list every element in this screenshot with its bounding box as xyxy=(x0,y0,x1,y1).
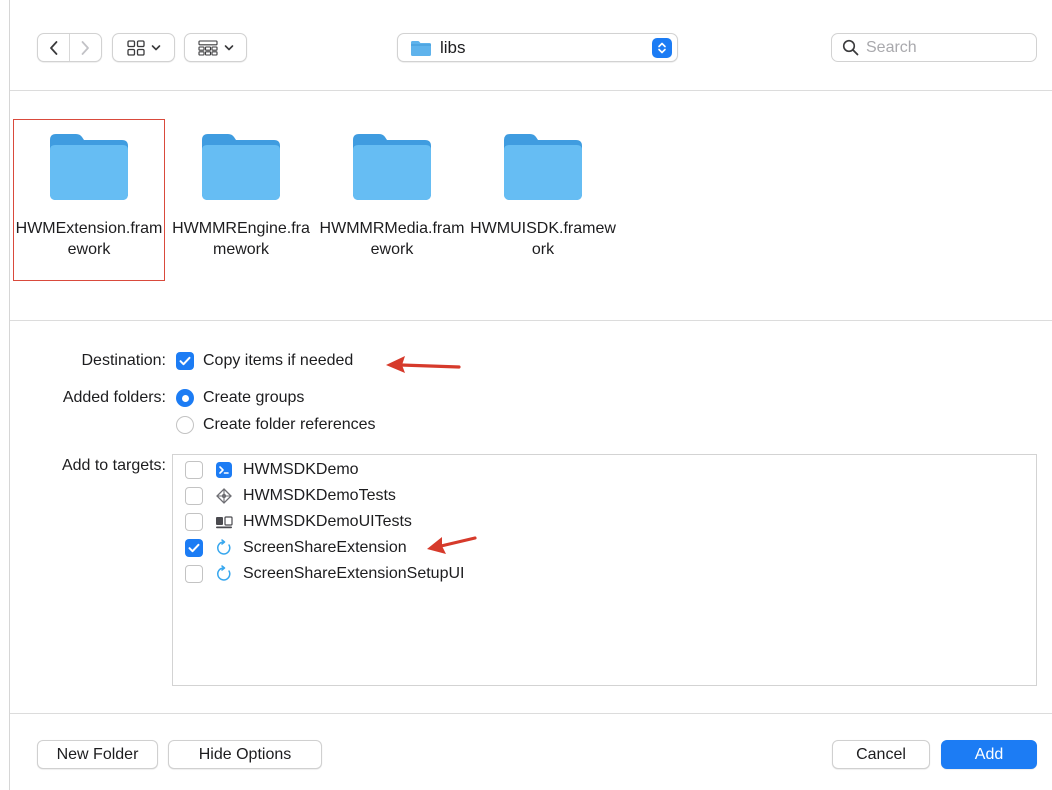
unit-test-target-icon xyxy=(215,487,233,505)
hide-options-button[interactable]: Hide Options xyxy=(168,740,322,769)
back-button[interactable] xyxy=(38,34,69,61)
target-name: ScreenShareExtension xyxy=(243,539,407,556)
file-name: HWMMRMedia.framework xyxy=(319,220,465,258)
forward-button[interactable] xyxy=(70,34,101,61)
destination-label: Destination: xyxy=(81,352,167,369)
target-row[interactable]: HWMSDKDemoUITests xyxy=(185,510,412,534)
file-item-hwmuisdk[interactable]: HWMUISDK.framework xyxy=(468,120,618,280)
file-item-hwmmrmedia[interactable]: HWMMRMedia.framework xyxy=(317,120,467,280)
target-checkbox[interactable] xyxy=(185,539,203,557)
create-folder-references-option[interactable]: Create folder references xyxy=(176,416,376,434)
create-groups-radio[interactable] xyxy=(176,389,194,407)
target-checkbox[interactable] xyxy=(185,513,203,531)
create-groups-label: Create groups xyxy=(203,389,305,406)
location-popup[interactable]: libs xyxy=(397,33,678,62)
targets-list[interactable]: HWMSDKDemo HWMSDKDemoTests HWMSDKDemoUIT… xyxy=(172,454,1037,686)
extension-target-icon xyxy=(215,565,233,583)
target-row[interactable]: HWMSDKDemoTests xyxy=(185,484,396,508)
target-name: HWMSDKDemoTests xyxy=(243,487,396,504)
view-options-button[interactable] xyxy=(112,33,175,62)
chevron-left-icon xyxy=(49,40,57,55)
new-folder-button[interactable]: New Folder xyxy=(37,740,158,769)
target-row[interactable]: HWMSDKDemo xyxy=(185,458,359,482)
add-button[interactable]: Add xyxy=(941,740,1037,769)
file-item-hwmextension[interactable]: HWMExtension.framework xyxy=(13,119,165,281)
grid-view-icon xyxy=(126,39,145,56)
folder-icon xyxy=(411,40,431,56)
file-item-hwmmrengine[interactable]: HWMMREngine.framework xyxy=(166,120,316,280)
create-groups-option[interactable]: Create groups xyxy=(176,389,304,407)
copy-items-option[interactable]: Copy items if needed xyxy=(176,352,353,370)
folder-icon xyxy=(202,134,280,200)
folder-icon xyxy=(504,134,582,200)
toolbar: libs xyxy=(0,0,1052,90)
create-folder-references-radio[interactable] xyxy=(176,416,194,434)
copy-items-checkbox[interactable] xyxy=(176,352,194,370)
group-by-icon xyxy=(197,39,218,56)
target-name: ScreenShareExtensionSetupUI xyxy=(243,565,465,582)
checkmark-icon xyxy=(179,356,191,366)
search-field[interactable] xyxy=(831,33,1037,62)
target-checkbox[interactable] xyxy=(185,565,203,583)
file-name: HWMUISDK.framework xyxy=(470,220,616,258)
annotation-arrow-copy-items xyxy=(386,356,461,373)
search-icon xyxy=(842,39,859,56)
extension-target-icon xyxy=(215,539,233,557)
added-folders-label: Added folders: xyxy=(62,389,166,406)
target-checkbox[interactable] xyxy=(185,461,203,479)
checkmark-icon xyxy=(188,543,200,553)
ui-test-target-icon xyxy=(215,513,233,531)
file-name: HWMExtension.framework xyxy=(15,220,163,258)
back-forward-group xyxy=(37,33,102,62)
target-row[interactable]: ScreenShareExtension xyxy=(185,536,407,560)
chevron-down-icon xyxy=(151,44,160,50)
annotation-arrow-screenshare xyxy=(427,536,477,554)
add-to-targets-label: Add to targets: xyxy=(61,457,166,474)
target-name: HWMSDKDemo xyxy=(243,461,359,478)
folder-icon xyxy=(353,134,431,200)
file-name: HWMMREngine.framework xyxy=(172,220,310,258)
target-checkbox[interactable] xyxy=(185,487,203,505)
toolbar-divider xyxy=(10,90,1052,91)
create-folder-references-label: Create folder references xyxy=(203,416,376,433)
search-input[interactable] xyxy=(866,38,1016,57)
target-name: HWMSDKDemoUITests xyxy=(243,513,412,530)
browser-divider xyxy=(10,320,1052,321)
folder-icon xyxy=(50,134,128,200)
chevron-down-icon xyxy=(224,44,233,50)
target-row[interactable]: ScreenShareExtensionSetupUI xyxy=(185,562,464,586)
location-label: libs xyxy=(440,37,466,57)
app-target-icon xyxy=(215,461,233,479)
cancel-button[interactable]: Cancel xyxy=(832,740,930,769)
up-down-stepper-icon xyxy=(652,38,672,58)
footer-divider xyxy=(10,713,1052,714)
copy-items-label: Copy items if needed xyxy=(203,352,354,369)
group-by-button[interactable] xyxy=(184,33,247,62)
chevron-right-icon xyxy=(82,40,90,55)
